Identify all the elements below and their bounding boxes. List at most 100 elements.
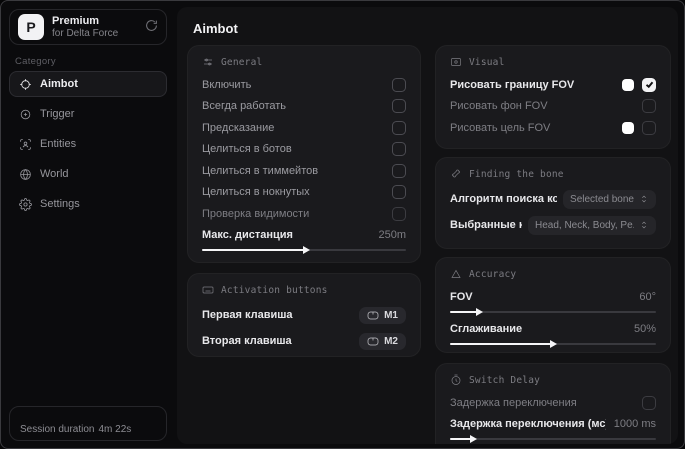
switch-delay-slider[interactable]: [450, 435, 656, 443]
bone-algorithm-label: Алгоритм поиска кост: [450, 193, 557, 205]
toggle-row: Включить: [202, 74, 406, 96]
visual-label: Рисовать цель FOV: [450, 121, 551, 134]
keybind-label: Вторая клавиша: [202, 335, 292, 347]
mouse-icon: [367, 311, 379, 319]
color-swatch[interactable]: [622, 78, 634, 91]
brand-subtitle: for Delta Force: [52, 27, 119, 39]
checkbox[interactable]: [392, 163, 406, 178]
toggle-row: Целиться в тиммейтов: [202, 160, 406, 182]
card-accuracy: Accuracy FOV 60° Сглаживание 50%: [435, 257, 671, 353]
checkbox[interactable]: [642, 77, 656, 92]
smoothing-label: Сглаживание: [450, 323, 523, 336]
checkbox[interactable]: [392, 99, 406, 114]
sidebar-item-label: Trigger: [40, 108, 75, 120]
toggle-label: Целиться в тиммейтов: [202, 164, 319, 177]
angle-icon: [451, 269, 461, 278]
session-duration: Session duration 4m 22s: [9, 406, 167, 441]
max-distance-slider[interactable]: [202, 246, 406, 254]
keybind-button-first[interactable]: M1: [359, 306, 406, 324]
section-title: Finding the bone: [469, 168, 564, 180]
checkbox[interactable]: [392, 185, 406, 200]
smoothing-slider[interactable]: [450, 340, 656, 348]
globe-icon: [19, 168, 32, 181]
selected-bones-select[interactable]: Head, Neck, Body, Pe...: [528, 215, 656, 235]
smoothing-value: 50%: [633, 323, 656, 336]
toggle-row: Задержка переключения: [450, 392, 656, 414]
keybind-button-second[interactable]: M2: [359, 332, 406, 350]
slider-row: Макс. дистанция 250m: [202, 225, 406, 247]
card-visual: Visual Рисовать границу FOV Рисовать фон…: [435, 45, 671, 149]
sliders-icon: [204, 58, 212, 66]
crosshair-icon: [19, 78, 32, 91]
switch-delay-ms-value: 1000 ms: [613, 418, 656, 431]
fov-slider[interactable]: [450, 307, 656, 316]
toggle-label: Целиться в ботов: [202, 143, 292, 156]
trigger-icon: [19, 108, 32, 121]
session-label: Session duration: [20, 424, 95, 435]
checkbox[interactable]: [392, 206, 406, 221]
keybind-label: Первая клавиша: [202, 309, 293, 321]
toggle-label: Включить: [202, 78, 252, 91]
slider-label: Макс. дистанция: [202, 229, 293, 242]
entities-icon: [19, 138, 32, 151]
slider-value: 250m: [378, 229, 406, 242]
sidebar-item-aimbot[interactable]: Aimbot: [9, 71, 167, 97]
checkbox[interactable]: [392, 142, 406, 157]
sidebar-item-entities[interactable]: Entities: [9, 131, 167, 157]
toggle-row: Целиться в нокнутых: [202, 182, 406, 204]
section-title: General: [221, 56, 263, 68]
bone-icon: [452, 169, 460, 178]
sidebar-item-settings[interactable]: Settings: [9, 191, 167, 217]
visual-label: Рисовать границу FOV: [450, 78, 575, 91]
visual-icon: [451, 58, 461, 66]
brand-card: P Premium for Delta Force: [9, 9, 167, 45]
slider-row: Задержка переключения (мс) 1000 ms: [450, 414, 656, 436]
sync-icon[interactable]: [145, 19, 158, 35]
fov-value: 60°: [639, 290, 656, 303]
chevrons-up-down-icon: [642, 221, 646, 229]
sidebar-item-trigger[interactable]: Trigger: [9, 101, 167, 127]
toggle-row: Всегда работать: [202, 96, 406, 118]
section-title: Activation buttons: [221, 284, 328, 296]
card-switch-delay: Switch Delay Задержка переключения Задер…: [435, 363, 671, 444]
bone-algorithm-select[interactable]: Selected bone: [563, 189, 656, 209]
visual-row: Рисовать фон FOV: [450, 96, 656, 118]
brand-title: Premium: [52, 14, 100, 27]
category-label: Category: [15, 56, 56, 67]
checkbox[interactable]: [392, 120, 406, 135]
mouse-icon: [367, 337, 379, 345]
toggle-label: Всегда работать: [202, 100, 287, 113]
brand-logo: P: [18, 14, 44, 40]
toggle-label: Проверка видимости: [202, 207, 310, 220]
keyboard-icon: [202, 286, 214, 294]
sidebar-item-world[interactable]: World: [9, 161, 167, 187]
color-swatch[interactable]: [622, 121, 634, 134]
timer-icon: [451, 374, 461, 385]
checkbox[interactable]: [642, 120, 656, 135]
selected-bones-label: Выбранные кос: [450, 219, 522, 231]
switch-delay-toggle-label: Задержка переключения: [450, 396, 577, 409]
checkbox[interactable]: [642, 99, 656, 114]
sidebar-item-label: Entities: [40, 138, 77, 150]
chevrons-up-down-icon: [642, 195, 646, 203]
sidebar-item-label: Aimbot: [40, 78, 78, 90]
checkbox[interactable]: [392, 77, 406, 92]
toggle-row: Целиться в ботов: [202, 139, 406, 161]
page-title: Aimbot: [193, 21, 238, 36]
sidebar-nav: Aimbot Trigger Entities World Settings: [9, 71, 167, 217]
visual-label: Рисовать фон FOV: [450, 100, 548, 113]
toggle-label: Предсказание: [202, 121, 275, 134]
gear-icon: [19, 197, 32, 211]
checkbox[interactable]: [642, 395, 656, 410]
toggle-row: Проверка видимости: [202, 203, 406, 225]
section-title: Switch Delay: [469, 374, 541, 386]
slider-row: FOV 60°: [450, 286, 656, 308]
app-window: P Premium for Delta Force Category Aimbo…: [0, 0, 685, 449]
slider-row: Сглаживание 50%: [450, 319, 656, 341]
bone-row: Алгоритм поиска кост Selected bone: [450, 186, 656, 212]
main-panel: Aimbot General Включить Всегда работать …: [177, 7, 678, 444]
card-finding-the-bone: Finding the bone Алгоритм поиска кост Se…: [435, 157, 671, 249]
toggle-label: Целиться в нокнутых: [202, 186, 310, 199]
card-activation-buttons: Activation buttons Первая клавиша M1 Вто…: [187, 273, 421, 357]
switch-delay-ms-label: Задержка переключения (мс): [450, 418, 606, 431]
